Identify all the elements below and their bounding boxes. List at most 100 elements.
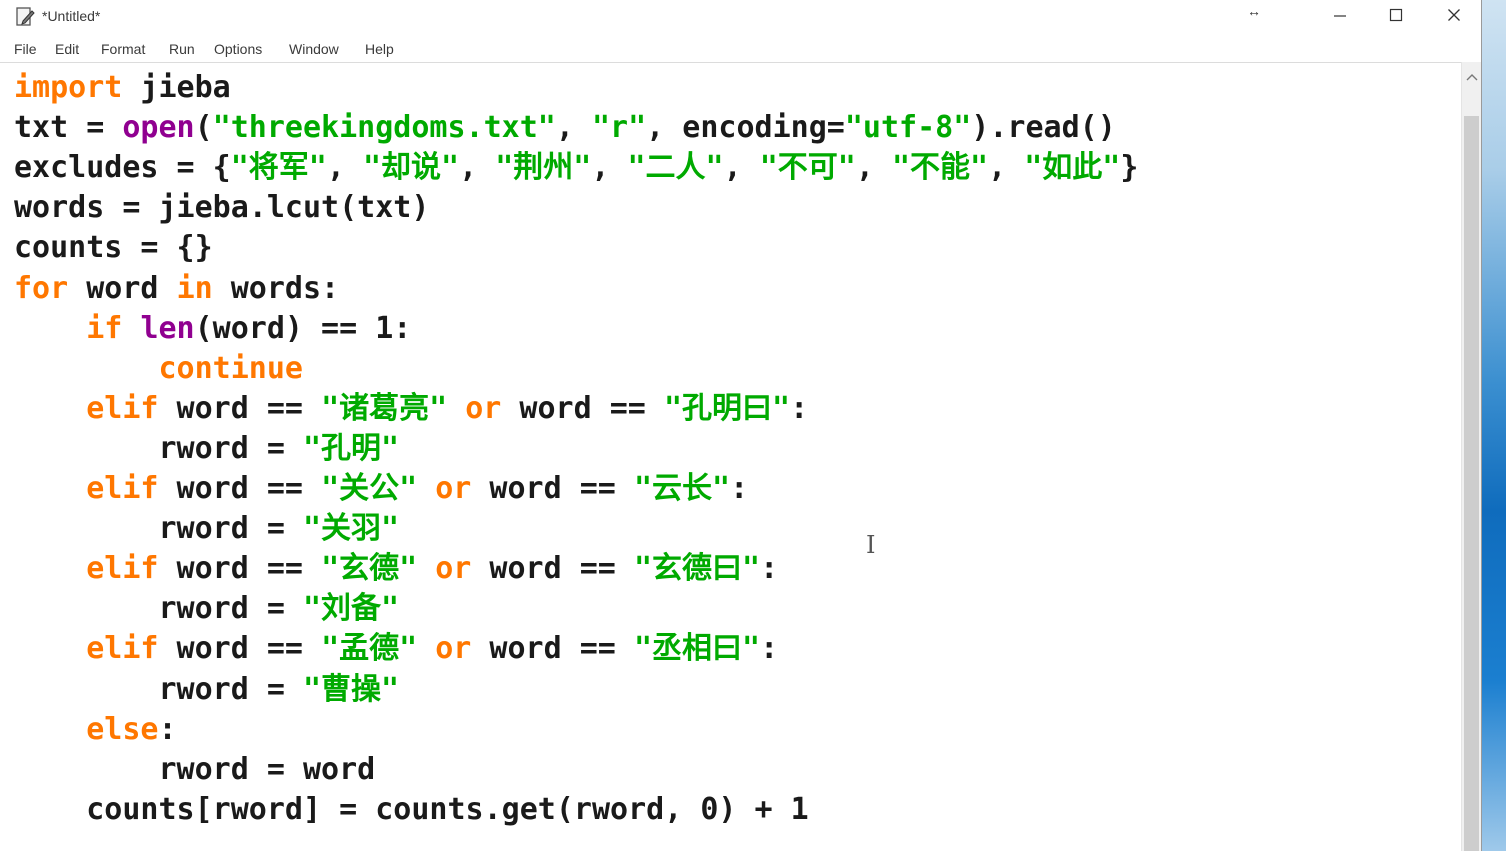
code-token: excludes = { [14,150,231,186]
code-token: , [988,150,1025,186]
menu-run[interactable]: Run [169,41,195,57]
code-token: "关羽" [302,511,400,547]
idle-editor-window: *Untitled* ↔ File Edit Format Run Option… [0,0,1482,851]
code-token: if [86,310,123,346]
code-token: len [140,310,195,346]
code-token: ( [194,110,213,146]
idle-file-icon [14,6,36,28]
menu-window[interactable]: Window [289,41,339,57]
code-token: "孟德" [321,631,418,667]
code-line: if len(word) == 1: [14,309,411,349]
code-line: rword = word [14,750,375,790]
code-line: rword = "关羽" [14,509,399,549]
code-token: } [1120,150,1139,186]
code-token: words: [212,270,340,306]
code-line: rword = "刘备" [14,589,399,629]
code-token: word == [158,471,322,506]
code-token: elif [86,471,159,506]
code-token: "丞相曰" [633,631,761,667]
code-token: , [591,150,628,186]
code-token: for [14,270,69,306]
code-line: elif word == "玄德" or word == "玄德曰": [14,549,778,589]
code-token: : [730,471,749,506]
code-line: txt = open("threekingdoms.txt", "r", enc… [14,108,1116,148]
menu-help[interactable]: Help [365,41,394,57]
code-token: word == [158,631,322,667]
desktop-background [1482,0,1506,851]
close-icon [1447,8,1461,27]
code-token: elif [86,551,159,587]
code-line: for word in words: [14,269,339,309]
close-button[interactable] [1426,0,1482,34]
code-token: words = jieba.lcut(txt) [14,190,430,226]
code-token: "r" [591,110,647,146]
code-token: rword = [14,430,303,466]
code-token: "关公" [321,471,418,506]
code-token: "孔明" [302,430,400,466]
code-line: import jieba [14,68,231,108]
menu-edit[interactable]: Edit [55,41,79,57]
code-token: continue [158,350,304,386]
code-token: "threekingdoms.txt" [212,110,556,146]
minimize-button[interactable] [1312,0,1368,34]
code-token: , [855,150,892,186]
code-token: "不能" [892,150,989,186]
code-token: "荆州" [495,150,592,186]
text-cursor-icon: I [866,531,876,559]
code-token: word == [471,551,634,587]
code-token: word [68,270,177,306]
code-line: words = jieba.lcut(txt) [14,188,429,228]
menu-options[interactable]: Options [214,41,262,57]
code-token: rword = word [14,751,376,787]
code-token: "孔明曰" [663,390,791,426]
code-token: (word) == 1: [194,310,412,346]
code-line: excludes = {"将军", "却说", "荆州", "二人", "不可"… [14,148,1138,188]
code-token: or [435,551,472,587]
code-token: "却说" [363,150,460,186]
code-line: rword = "曹操" [14,670,399,710]
code-token: or [435,471,472,506]
code-token: counts[rword] = counts.get(rword, 0) + 1 [14,791,809,827]
window-title: *Untitled* [42,8,101,24]
code-token: : [158,711,177,747]
code-token: "utf-8" [844,110,972,146]
code-line: elif word == "诸葛亮" or word == "孔明曰": [14,389,808,429]
code-token: ).read() [971,110,1116,146]
scrollbar-thumb[interactable] [1464,116,1479,851]
vertical-scrollbar[interactable] [1461,62,1481,851]
code-token: "曹操" [302,671,400,707]
minimize-icon [1333,8,1347,27]
code-token: "刘备" [302,591,400,627]
code-token: word == [471,631,634,667]
code-token: , [555,110,592,146]
menu-format[interactable]: Format [101,41,145,57]
code-token: txt = [14,110,123,146]
resize-arrows-icon: ↔ [1247,3,1261,19]
code-editor[interactable]: import jieba txt = open("threekingdoms.tx… [8,66,1460,851]
code-token: or [435,631,472,667]
maximize-button[interactable] [1368,0,1424,34]
code-token: , [723,150,760,186]
code-token: "二人" [627,150,724,186]
chevron-up-icon[interactable] [1466,68,1478,86]
code-line: continue [14,349,304,389]
code-token: rword = [14,671,303,707]
code-line: counts[rword] = counts.get(rword, 0) + 1 [14,790,809,830]
code-token: word == [471,471,634,506]
code-token: counts = {} [14,230,213,266]
code-token: import [14,70,123,105]
code-token: elif [86,390,159,426]
title-bar[interactable]: *Untitled* ↔ [0,0,1481,34]
code-token: else [86,711,159,747]
menu-file[interactable]: File [14,41,37,57]
code-token: , [459,150,496,186]
